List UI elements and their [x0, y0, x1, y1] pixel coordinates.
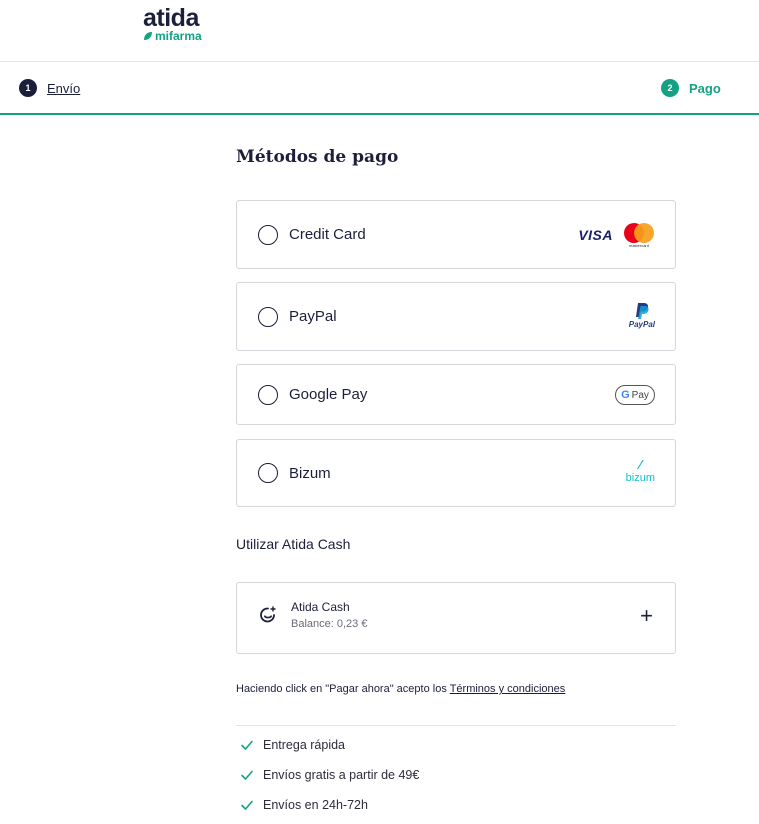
step-number: 1 — [19, 79, 37, 97]
step-envio[interactable]: 1 Envío — [19, 79, 80, 97]
benefit-item: Envíos gratis a partir de 49€ — [240, 768, 419, 782]
logo-sub: mifarma — [143, 30, 202, 42]
benefit-label: Envíos en 24h-72h — [263, 798, 368, 812]
payment-label: Bizum — [289, 465, 331, 482]
step-pago: 2 Pago — [661, 79, 721, 97]
atida-cash-icon — [260, 606, 276, 623]
payment-label: Credit Card — [289, 226, 366, 243]
payment-option-credit-card[interactable]: Credit Card VISA mastercard — [236, 200, 676, 269]
divider — [236, 725, 676, 726]
leaf-icon — [144, 32, 152, 40]
radio-button[interactable] — [258, 307, 278, 327]
bizum-mark-icon: ⁄ — [639, 457, 642, 472]
mastercard-logo-icon: mastercard — [623, 223, 655, 248]
bizum-wordmark: bizum — [625, 472, 655, 484]
atida-mifarma-logo[interactable]: atida mifarma — [143, 4, 202, 42]
paypal-wordmark: PayPal — [628, 320, 655, 329]
gpay-text: Pay — [631, 389, 649, 401]
payment-option-google-pay[interactable]: Google Pay G Pay — [236, 364, 676, 425]
benefit-item: Entrega rápida — [240, 738, 345, 752]
bizum-logo-icon: ⁄ bizum — [625, 457, 655, 485]
step-label[interactable]: Envío — [47, 81, 80, 96]
atida-cash-name: Atida Cash — [291, 600, 350, 614]
payment-label: Google Pay — [289, 386, 368, 403]
payment-option-bizum[interactable]: Bizum ⁄ bizum — [236, 439, 676, 507]
payment-option-paypal[interactable]: PayPal PayPal — [236, 282, 676, 351]
radio-button[interactable] — [258, 463, 278, 483]
step-label: Pago — [689, 80, 721, 96]
payment-methods-title: Métodos de pago — [236, 147, 399, 167]
atida-cash-title: Utilizar Atida Cash — [236, 536, 351, 552]
benefit-label: Envíos gratis a partir de 49€ — [263, 768, 420, 782]
terms-notice: Haciendo click en "Pagar ahora" acepto l… — [236, 683, 565, 695]
mastercard-caption: mastercard — [628, 243, 649, 248]
google-pay-logo-icon: G Pay — [615, 385, 655, 405]
payment-label: PayPal — [289, 308, 337, 325]
atida-cash-balance: Balance: 0,23 € — [291, 618, 368, 630]
terms-link[interactable]: Términos y condiciones — [450, 683, 566, 695]
benefit-label: Entrega rápida — [263, 738, 346, 752]
logo-subtext: mifarma — [155, 29, 202, 43]
benefit-item: Envíos en 24h-72h — [240, 798, 368, 812]
google-g-icon: G — [621, 389, 630, 401]
add-cash-button[interactable]: + — [640, 602, 653, 630]
paypal-logo-icon: PayPal — [629, 302, 655, 329]
radio-button[interactable] — [258, 385, 278, 405]
check-icon — [241, 800, 253, 810]
atida-cash-card[interactable]: Atida Cash Balance: 0,23 € + — [236, 582, 676, 654]
radio-button[interactable] — [258, 225, 278, 245]
visa-logo-icon: VISA — [578, 227, 613, 243]
card-logos: VISA mastercard — [578, 223, 655, 248]
check-icon — [241, 770, 253, 780]
check-icon — [241, 740, 253, 750]
logo-wordmark: atida — [143, 4, 199, 32]
paypal-p-icon — [635, 303, 649, 319]
header: atida mifarma — [0, 0, 759, 62]
checkout-steps: 1 Envío 2 Pago — [0, 62, 759, 115]
terms-text: Haciendo click en "Pagar ahora" acepto l… — [236, 683, 450, 695]
step-number: 2 — [661, 79, 679, 97]
